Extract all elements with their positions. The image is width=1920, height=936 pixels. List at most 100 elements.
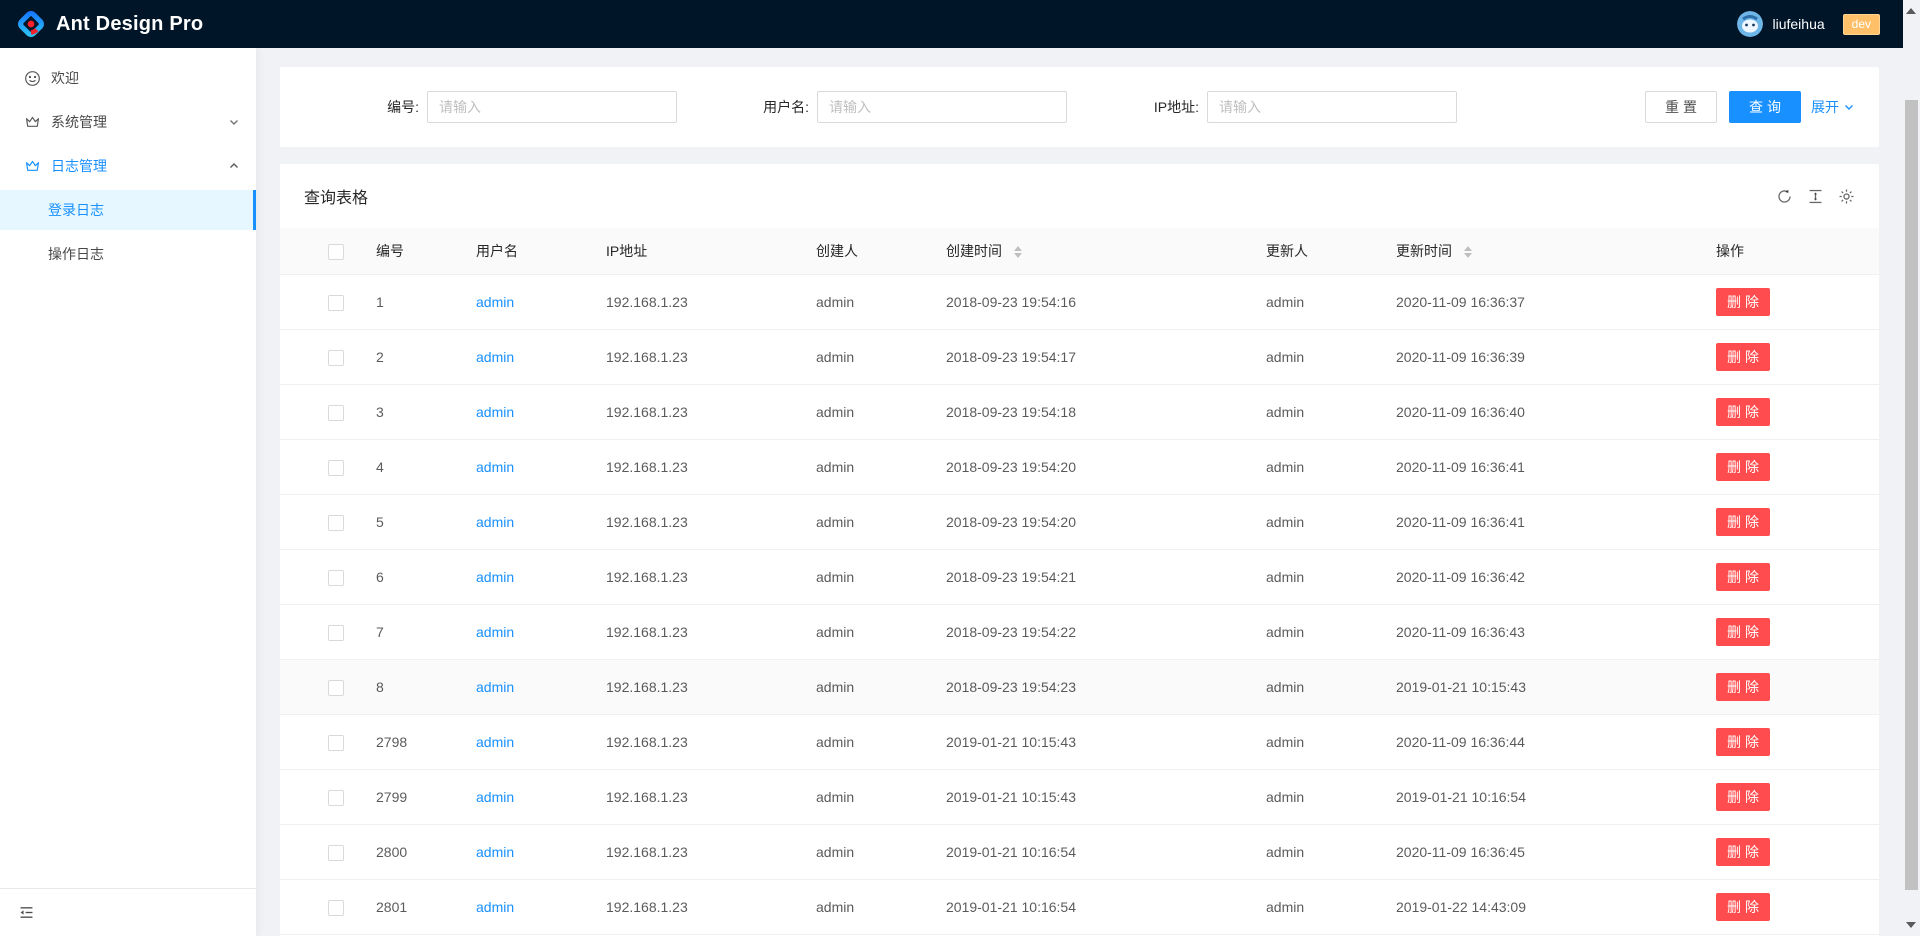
cell-created-at: 2018-09-23 19:54:16 — [930, 275, 1250, 330]
delete-button[interactable]: 删除 — [1716, 838, 1770, 866]
select-all-checkbox[interactable] — [328, 244, 344, 260]
delete-button[interactable]: 删除 — [1716, 673, 1770, 701]
sort-carets-icon[interactable] — [1014, 246, 1022, 258]
cell-created-at: 2019-01-21 10:16:54 — [930, 825, 1250, 880]
row-checkbox[interactable] — [328, 515, 344, 531]
settings-gear-icon[interactable] — [1838, 188, 1855, 205]
username-link[interactable]: admin — [476, 294, 514, 310]
density-icon[interactable] — [1807, 188, 1824, 205]
form-item-id: 编号: — [304, 91, 677, 123]
username-link[interactable]: admin — [476, 624, 514, 640]
column-header-actions: 操作 — [1700, 228, 1879, 275]
delete-button[interactable]: 删除 — [1716, 398, 1770, 426]
row-checkbox[interactable] — [328, 460, 344, 476]
cell-ip: 192.168.1.23 — [590, 770, 800, 825]
delete-button[interactable]: 删除 — [1716, 288, 1770, 316]
cell-created-at: 2019-01-21 10:15:43 — [930, 770, 1250, 825]
cell-id: 2 — [360, 330, 460, 385]
cell-updated-at: 2020-11-09 16:36:45 — [1380, 825, 1700, 880]
form-item-username: 用户名: — [694, 91, 1067, 123]
row-checkbox[interactable] — [328, 405, 344, 421]
table-toolbar — [1762, 188, 1855, 205]
reload-icon[interactable] — [1776, 188, 1793, 205]
cell-created-at: 2018-09-23 19:54:21 — [930, 550, 1250, 605]
query-table-card: 查询表格 — [280, 164, 1879, 936]
table-row: 2 admin 192.168.1.23 admin 2018-09-23 19… — [280, 330, 1879, 385]
username-link[interactable]: admin — [476, 789, 514, 805]
delete-button[interactable]: 删除 — [1716, 343, 1770, 371]
row-checkbox[interactable] — [328, 295, 344, 311]
row-checkbox[interactable] — [328, 790, 344, 806]
delete-button[interactable]: 删除 — [1716, 453, 1770, 481]
user-name[interactable]: liufeihua — [1772, 16, 1824, 32]
sidebar-item-system-management[interactable]: 系统管理 — [0, 102, 256, 142]
username-link[interactable]: admin — [476, 569, 514, 585]
username-link[interactable]: admin — [476, 459, 514, 475]
row-checkbox[interactable] — [328, 625, 344, 641]
username-field[interactable] — [817, 91, 1067, 123]
query-button[interactable]: 查询 — [1729, 91, 1801, 123]
username-link[interactable]: admin — [476, 349, 514, 365]
logo[interactable]: Ant Design Pro — [16, 9, 203, 39]
cell-id: 7 — [360, 605, 460, 660]
sidebar-item-welcome[interactable]: 欢迎 — [0, 58, 256, 98]
menu-fold-icon[interactable] — [18, 904, 35, 921]
cell-creator: admin — [800, 715, 930, 770]
username-link[interactable]: admin — [476, 514, 514, 530]
sort-carets-icon[interactable] — [1464, 246, 1472, 258]
cell-id: 2801 — [360, 880, 460, 935]
avatar-image — [1737, 11, 1763, 37]
cell-updated-at: 2020-11-09 16:36:40 — [1380, 385, 1700, 440]
row-checkbox[interactable] — [328, 900, 344, 916]
username-link[interactable]: admin — [476, 734, 514, 750]
cell-updater: admin — [1250, 715, 1380, 770]
delete-button[interactable]: 删除 — [1716, 563, 1770, 591]
sidebar-menu: 欢迎 系统管理 日志管理 登录日志 操作日志 — [0, 48, 256, 888]
column-header-ip: IP地址 — [590, 228, 800, 275]
cell-created-at: 2018-09-23 19:54:23 — [930, 660, 1250, 715]
ip-field[interactable] — [1207, 91, 1457, 123]
expand-link[interactable]: 展开 — [1811, 97, 1855, 117]
username-link[interactable]: admin — [476, 679, 514, 695]
sidebar-item-log-management[interactable]: 日志管理 — [0, 146, 256, 186]
avatar[interactable] — [1737, 11, 1763, 37]
ant-design-logo-icon — [16, 9, 46, 39]
username-link[interactable]: admin — [476, 844, 514, 860]
username-link[interactable]: admin — [476, 899, 514, 915]
username-link[interactable]: admin — [476, 404, 514, 420]
delete-button[interactable]: 删除 — [1716, 618, 1770, 646]
cell-creator: admin — [800, 660, 930, 715]
scroll-up-arrow-icon[interactable] — [1906, 8, 1916, 14]
scrollbar-thumb[interactable] — [1905, 100, 1918, 890]
env-tag: dev — [1843, 14, 1880, 35]
cell-updater: admin — [1250, 495, 1380, 550]
row-checkbox[interactable] — [328, 735, 344, 751]
reset-button[interactable]: 重置 — [1645, 91, 1717, 123]
cell-created-at: 2018-09-23 19:54:18 — [930, 385, 1250, 440]
sidebar-item-login-log[interactable]: 登录日志 — [0, 190, 256, 230]
vertical-scrollbar[interactable] — [1903, 0, 1920, 936]
cell-creator: admin — [800, 495, 930, 550]
row-checkbox[interactable] — [328, 350, 344, 366]
row-checkbox[interactable] — [328, 680, 344, 696]
delete-button[interactable]: 删除 — [1716, 893, 1770, 921]
cell-updater: admin — [1250, 550, 1380, 605]
column-header-updater: 更新人 — [1250, 228, 1380, 275]
expand-link-label: 展开 — [1811, 97, 1839, 117]
sidebar-item-operation-log[interactable]: 操作日志 — [0, 234, 256, 274]
row-checkbox[interactable] — [328, 845, 344, 861]
cell-ip: 192.168.1.23 — [590, 495, 800, 550]
column-header-updated-at[interactable]: 更新时间 — [1380, 228, 1700, 275]
cell-updater: admin — [1250, 605, 1380, 660]
delete-button[interactable]: 删除 — [1716, 728, 1770, 756]
sidebar-item-label: 日志管理 — [51, 156, 228, 176]
row-checkbox[interactable] — [328, 570, 344, 586]
table-title: 查询表格 — [304, 184, 368, 208]
column-header-created-at[interactable]: 创建时间 — [930, 228, 1250, 275]
cell-updater: admin — [1250, 440, 1380, 495]
id-field[interactable] — [427, 91, 677, 123]
delete-button[interactable]: 删除 — [1716, 508, 1770, 536]
column-header-username: 用户名 — [460, 228, 590, 275]
scroll-down-arrow-icon[interactable] — [1906, 922, 1916, 928]
delete-button[interactable]: 删除 — [1716, 783, 1770, 811]
